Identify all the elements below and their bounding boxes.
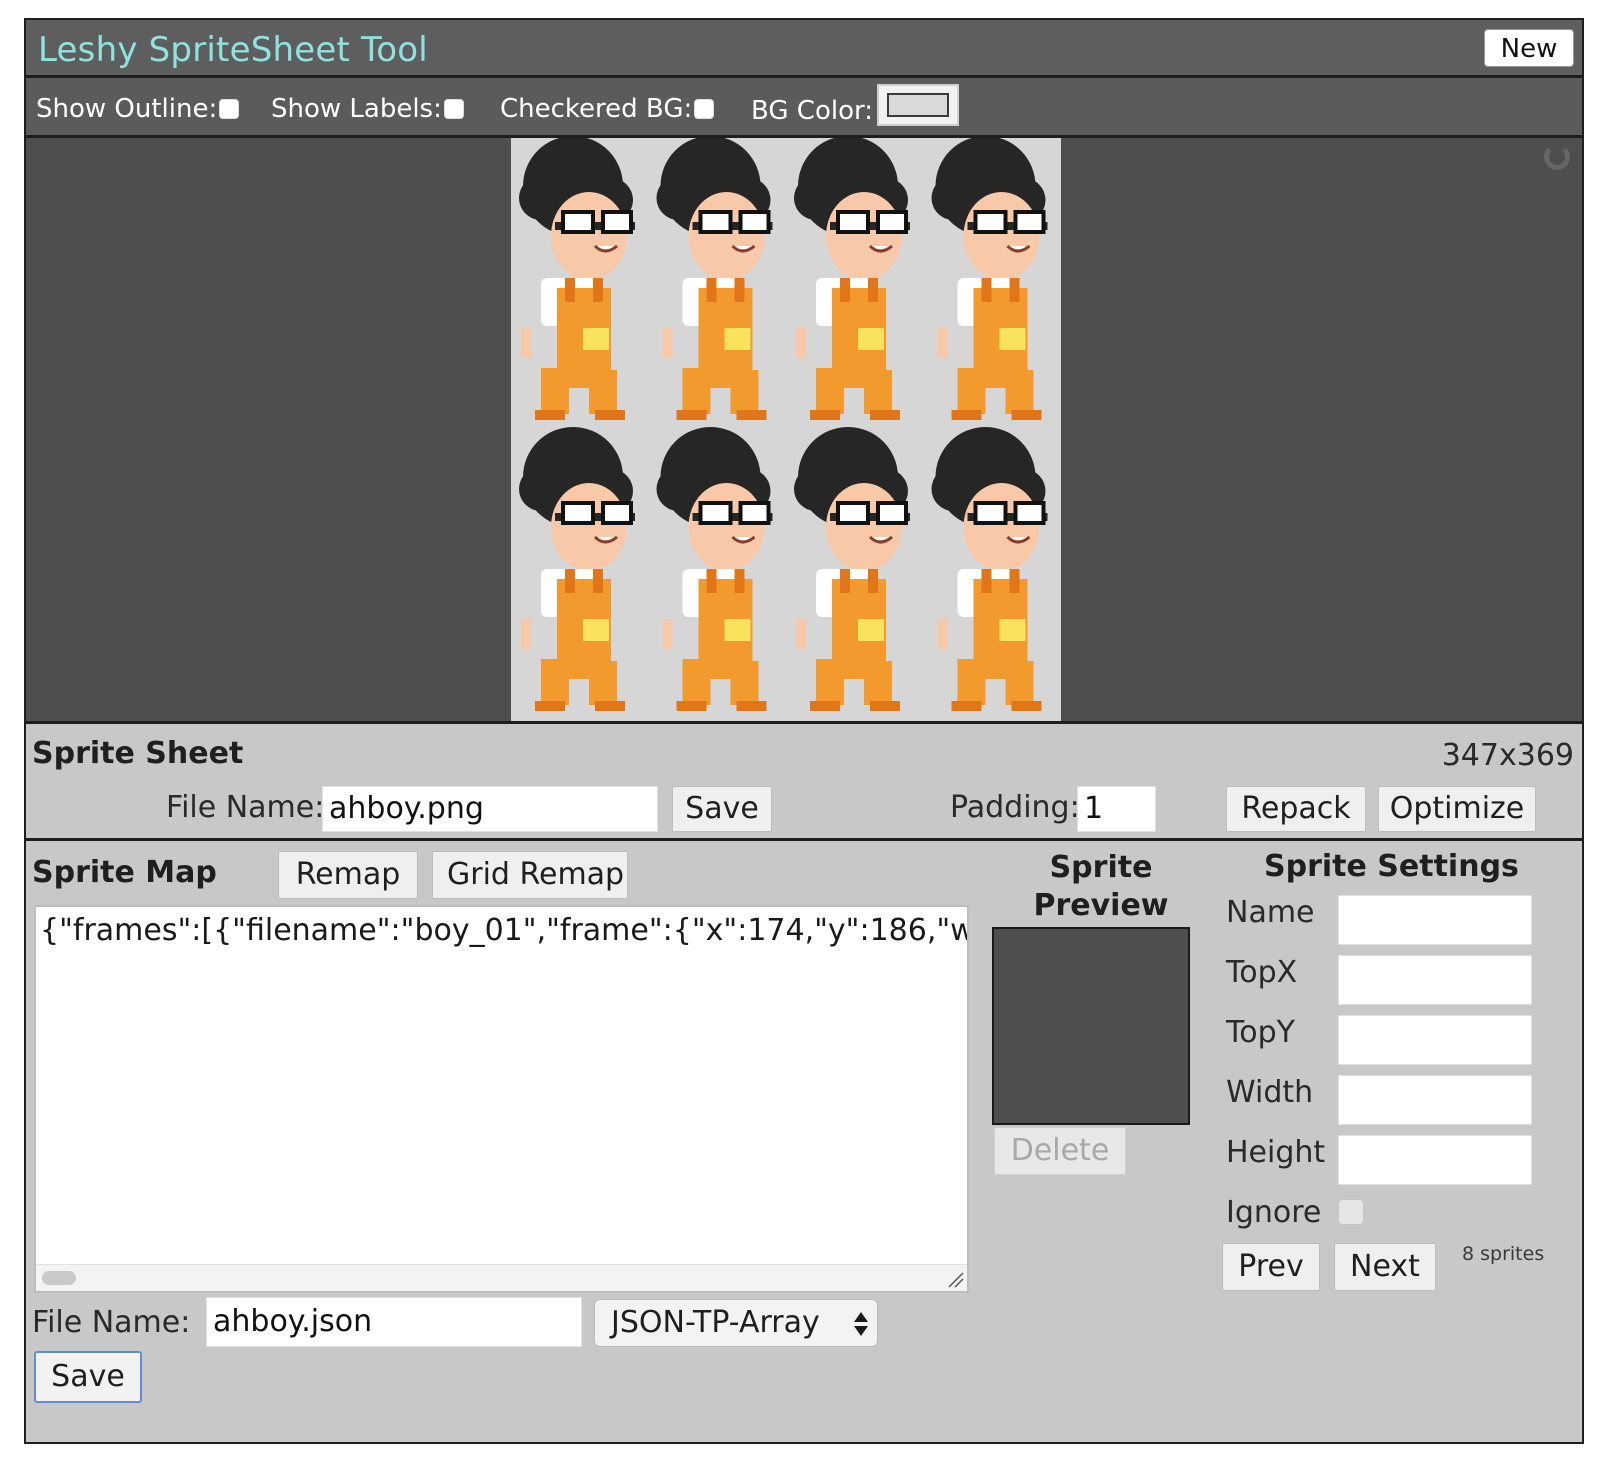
bg-color-picker[interactable] — [876, 84, 959, 126]
sheet-save-button[interactable]: Save — [672, 786, 772, 832]
name-input[interactable] — [1338, 895, 1532, 945]
sprite-frame-1 — [519, 136, 635, 420]
sprite-frame-2 — [656, 136, 773, 420]
sprite-sheet-image — [511, 136, 1061, 721]
topy-input[interactable] — [1338, 1015, 1532, 1065]
sprite-canvas[interactable] — [26, 136, 1582, 724]
map-save-button[interactable]: Save — [34, 1351, 142, 1403]
title-bar: Leshy SpriteSheet Tool New — [26, 20, 1582, 78]
checkered-bg-label: Checkered BG: — [500, 94, 693, 124]
ignore-checkbox[interactable] — [1338, 1199, 1364, 1225]
sheet-file-name-input[interactable]: ahboy.png — [322, 786, 658, 832]
height-label: Height — [1226, 1135, 1326, 1170]
width-label: Width — [1226, 1075, 1314, 1110]
grid-remap-button[interactable]: Grid Remap — [432, 851, 628, 899]
select-arrows-icon — [854, 1312, 868, 1336]
format-select-value: JSON-TP-Array — [611, 1305, 820, 1340]
horizontal-scrollbar[interactable] — [36, 1264, 967, 1291]
show-labels-label: Show Labels: — [271, 94, 442, 124]
bg-color-label: BG Color: — [751, 96, 873, 126]
checkered-bg-option: Checkered BG: — [500, 94, 715, 124]
topx-input[interactable] — [1338, 955, 1532, 1005]
sheet-file-name-label: File Name: — [166, 790, 325, 825]
sprite-frame-5 — [519, 427, 635, 711]
sprite-sheet-panel: Sprite Sheet 347x369 File Name: ahboy.pn… — [26, 724, 1582, 841]
map-file-name-label: File Name: — [32, 1305, 191, 1340]
resize-grip-icon[interactable] — [945, 1269, 965, 1289]
sprite-map-panel: Sprite Map Remap Grid Remap {"frames":[{… — [26, 841, 1582, 1444]
repack-button[interactable]: Repack — [1226, 786, 1366, 832]
options-bar: Show Outline: Show Labels: Checkered BG:… — [26, 78, 1582, 138]
sprite-frame-8 — [931, 427, 1048, 711]
remap-button[interactable]: Remap — [278, 851, 418, 899]
sprite-frame-3 — [794, 136, 910, 420]
topy-label: TopY — [1226, 1015, 1295, 1050]
show-outline-label: Show Outline: — [36, 94, 218, 124]
checkered-bg-checkbox[interactable] — [694, 99, 715, 119]
sprite-sheet-heading: Sprite Sheet — [32, 736, 244, 771]
sprite-sheet-svg — [519, 136, 1048, 711]
name-label: Name — [1226, 895, 1315, 930]
new-button[interactable]: New — [1484, 29, 1574, 67]
height-input[interactable] — [1338, 1135, 1532, 1185]
show-outline-checkbox[interactable] — [219, 99, 240, 119]
delete-button[interactable]: Delete — [994, 1127, 1126, 1175]
next-button[interactable]: Next — [1334, 1243, 1436, 1291]
padding-label: Padding: — [950, 790, 1080, 825]
sheet-dimensions: 347x369 — [1441, 738, 1574, 773]
map-file-name-input[interactable]: ahboy.json — [206, 1297, 582, 1347]
scrollbar-thumb[interactable] — [42, 1271, 76, 1285]
sprite-preview-box — [992, 927, 1190, 1125]
bg-color-option: BG Color: — [751, 84, 959, 128]
optimize-button[interactable]: Optimize — [1378, 786, 1536, 832]
sprite-map-heading: Sprite Map — [32, 855, 217, 890]
padding-input[interactable]: 1 — [1077, 786, 1156, 832]
ignore-label: Ignore — [1226, 1195, 1322, 1230]
loading-spinner-icon — [1544, 144, 1570, 170]
sprite-frame-6 — [656, 427, 773, 711]
topx-label: TopX — [1226, 955, 1298, 990]
sprite-count: 8 sprites — [1462, 1243, 1545, 1265]
sprite-preview-heading: Sprite Preview — [1033, 850, 1169, 923]
prev-button[interactable]: Prev — [1222, 1243, 1320, 1291]
app-window: Leshy SpriteSheet Tool New Show Outline:… — [24, 18, 1584, 1444]
show-outline-option: Show Outline: — [36, 94, 240, 124]
format-select[interactable]: JSON-TP-Array — [594, 1299, 878, 1347]
app-title: Leshy SpriteSheet Tool — [38, 30, 428, 70]
show-labels-option: Show Labels: — [271, 94, 464, 124]
sprite-map-json-textarea[interactable]: {"frames":[{"filename":"boy_01","frame":… — [34, 905, 969, 1293]
sprite-frame-4 — [931, 136, 1048, 420]
sprite-map-json-text: {"frames":[{"filename":"boy_01","frame":… — [40, 913, 967, 948]
show-labels-checkbox[interactable] — [443, 99, 464, 119]
sprite-frame-7 — [794, 427, 910, 711]
sprite-settings-heading: Sprite Settings — [1264, 849, 1519, 884]
width-input[interactable] — [1338, 1075, 1532, 1125]
